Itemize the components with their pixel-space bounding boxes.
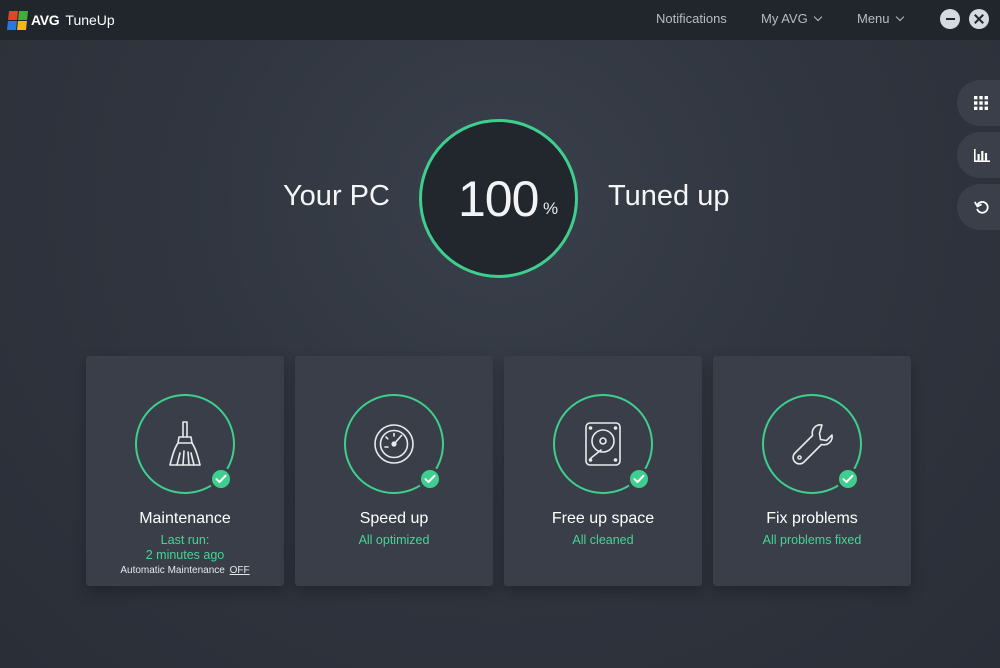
check-icon <box>836 467 860 491</box>
automatic-maintenance-label: Automatic Maintenance <box>120 565 225 576</box>
menu-dropdown[interactable]: Menu <box>857 11 904 26</box>
card-title: Maintenance <box>139 510 231 527</box>
my-avg-dropdown[interactable]: My AVG <box>761 11 822 26</box>
speed-up-card[interactable]: Speed up All optimized <box>295 356 493 586</box>
automatic-maintenance-note: Automatic Maintenance OFF <box>86 565 284 576</box>
app-logo: AVG TuneUp <box>7 10 115 30</box>
automatic-maintenance-toggle-link[interactable]: OFF <box>230 565 250 576</box>
notifications-label: Notifications <box>656 11 727 26</box>
broom-icon <box>169 421 201 466</box>
all-tools-button[interactable] <box>957 80 1000 126</box>
check-icon <box>418 467 442 491</box>
undo-icon <box>974 201 989 214</box>
hero-right-text: Tuned up <box>608 180 730 212</box>
close-icon <box>974 14 984 24</box>
card-status: All cleaned <box>572 533 634 547</box>
grid-icon <box>974 96 988 110</box>
my-avg-label: My AVG <box>761 11 808 26</box>
last-run-value: 2 minutes ago <box>145 548 225 562</box>
card-title: Speed up <box>359 510 429 527</box>
product-name: TuneUp <box>65 12 115 28</box>
fix-problems-card[interactable]: Fix problems All problems fixed <box>713 356 911 586</box>
card-status: All problems fixed <box>762 533 862 547</box>
check-icon <box>627 467 651 491</box>
speedometer-icon <box>374 424 414 464</box>
hero-left-text: Your PC <box>283 180 390 212</box>
wrench-icon <box>792 424 833 465</box>
check-icon <box>209 467 233 491</box>
bar-chart-icon <box>974 149 990 162</box>
card-title: Free up space <box>551 510 655 527</box>
close-button[interactable] <box>969 9 989 29</box>
minimize-button[interactable] <box>940 9 960 29</box>
maintenance-card[interactable]: Maintenance Last run: 2 minutes ago Auto… <box>86 356 284 586</box>
score-value: 100 <box>458 171 539 227</box>
chevron-down-icon <box>813 12 822 21</box>
chevron-down-icon <box>895 12 904 21</box>
notifications-link[interactable]: Notifications <box>656 11 727 26</box>
menu-label: Menu <box>857 11 890 26</box>
card-title: Fix problems <box>766 510 858 527</box>
statistics-button[interactable] <box>957 132 1000 178</box>
free-up-space-card[interactable]: Free up space All cleaned <box>504 356 702 586</box>
score-unit: % <box>543 199 559 218</box>
hard-drive-icon <box>585 422 621 466</box>
card-status: All optimized <box>358 533 430 547</box>
avg-logo-icon <box>7 10 28 30</box>
title-bar: AVG TuneUp Notifications My AVG Menu <box>0 0 1000 40</box>
undo-changes-button[interactable] <box>957 184 1000 230</box>
brand-name: AVG <box>31 12 60 28</box>
last-run-label: Last run: <box>160 533 210 547</box>
minimize-icon <box>945 18 955 20</box>
